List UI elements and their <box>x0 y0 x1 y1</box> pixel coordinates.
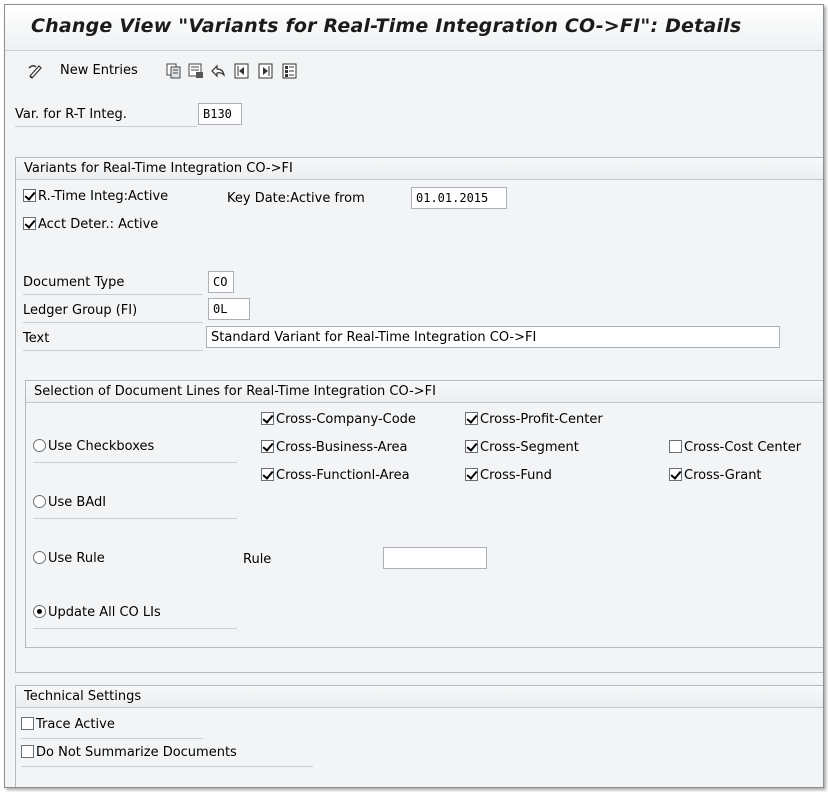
next-entry-icon[interactable] <box>257 62 275 80</box>
acct-deter-active-label: Acct Deter.: Active <box>38 217 159 232</box>
checkbox-icon[interactable] <box>669 440 682 453</box>
technical-settings-title: Technical Settings <box>16 686 823 708</box>
cross-fund-label: Cross-Fund <box>480 468 552 483</box>
display-change-icon[interactable] <box>27 62 45 80</box>
cross-profit-center-checkbox[interactable]: Cross-Profit-Center <box>465 412 603 427</box>
undo-icon[interactable] <box>209 62 227 80</box>
variant-field[interactable]: B130 <box>198 103 242 125</box>
application-toolbar: New Entries <box>5 52 823 90</box>
use-rule-radio[interactable]: Use Rule <box>33 551 105 566</box>
cross-segment-label: Cross-Segment <box>480 440 579 455</box>
do-not-summarize-checkbox[interactable]: Do Not Summarize Documents <box>21 745 313 767</box>
check-mark-icon[interactable] <box>261 412 274 425</box>
use-badi-radio[interactable]: Use BAdI <box>33 495 237 519</box>
text-label: Text <box>23 329 203 351</box>
trace-active-checkbox[interactable]: Trace Active <box>21 717 203 739</box>
text-field[interactable]: Standard Variant for Real-Time Integrati… <box>206 326 780 348</box>
update-all-co-lis-label: Update All CO LIs <box>48 605 161 620</box>
cross-profit-center-label: Cross-Profit-Center <box>480 412 603 427</box>
app-window: Change View "Variants for Real-Time Inte… <box>4 4 824 788</box>
use-checkboxes-label: Use Checkboxes <box>48 439 155 454</box>
checkbox-icon[interactable] <box>21 717 34 730</box>
acct-deter-active-checkbox[interactable]: Acct Deter.: Active <box>23 217 158 232</box>
cross-functional-area-checkbox[interactable]: Cross-Functionl-Area <box>261 468 410 483</box>
cross-segment-checkbox[interactable]: Cross-Segment <box>465 440 579 455</box>
update-all-co-lis-radio[interactable]: Update All CO LIs <box>33 605 237 629</box>
check-mark-icon[interactable] <box>465 412 478 425</box>
cross-cost-center-checkbox[interactable]: Cross-Cost Center <box>669 440 801 455</box>
key-date-label: Key Date:Active from <box>227 191 365 206</box>
doc-type-field[interactable]: CO <box>208 271 234 293</box>
checkbox-icon[interactable] <box>21 745 34 758</box>
previous-entry-icon[interactable] <box>233 62 251 80</box>
cross-company-code-label: Cross-Company-Code <box>276 412 416 427</box>
cross-functional-area-label: Cross-Functionl-Area <box>276 468 410 483</box>
page-title: Change View "Variants for Real-Time Inte… <box>31 15 742 37</box>
do-not-summarize-label: Do Not Summarize Documents <box>36 745 237 760</box>
copy-icon[interactable] <box>165 62 183 80</box>
cross-fund-checkbox[interactable]: Cross-Fund <box>465 468 552 483</box>
variant-label: Var. for R-T Integ. <box>15 105 197 127</box>
cross-business-area-checkbox[interactable]: Cross-Business-Area <box>261 440 408 455</box>
use-rule-label: Use Rule <box>48 551 105 566</box>
check-mark-icon[interactable] <box>23 189 36 202</box>
new-entries-button[interactable]: New Entries <box>60 63 138 78</box>
radio-icon[interactable] <box>33 551 46 564</box>
use-checkboxes-radio[interactable]: Use Checkboxes <box>33 439 237 463</box>
key-date-field[interactable]: 01.01.2015 <box>411 187 507 209</box>
rt-integ-active-label: R.-Time Integ:Active <box>38 189 169 204</box>
cross-grant-checkbox[interactable]: Cross-Grant <box>669 468 762 483</box>
radio-icon[interactable] <box>33 495 46 508</box>
radio-selected-icon[interactable] <box>33 605 46 618</box>
rt-integ-active-checkbox[interactable]: R.-Time Integ:Active <box>23 189 168 204</box>
cross-business-area-label: Cross-Business-Area <box>276 440 408 455</box>
rule-label: Rule <box>243 552 272 567</box>
variants-group-title: Variants for Real-Time Integration CO->F… <box>16 158 823 180</box>
rule-field[interactable] <box>383 547 487 569</box>
check-mark-icon[interactable] <box>465 468 478 481</box>
check-mark-icon[interactable] <box>261 468 274 481</box>
cross-grant-label: Cross-Grant <box>684 468 762 483</box>
use-badi-label: Use BAdI <box>48 495 107 510</box>
title-bar: Change View "Variants for Real-Time Inte… <box>5 5 823 51</box>
check-mark-icon[interactable] <box>23 217 36 230</box>
trace-active-label: Trace Active <box>36 717 115 732</box>
select-all-icon[interactable] <box>281 62 299 80</box>
check-mark-icon[interactable] <box>669 468 682 481</box>
check-mark-icon[interactable] <box>465 440 478 453</box>
delete-icon[interactable] <box>187 62 205 80</box>
check-mark-icon[interactable] <box>261 440 274 453</box>
doc-type-label: Document Type <box>23 273 203 295</box>
ledger-group-label: Ledger Group (FI) <box>23 301 203 323</box>
cross-cost-center-label: Cross-Cost Center <box>684 440 802 455</box>
cross-company-code-checkbox[interactable]: Cross-Company-Code <box>261 412 416 427</box>
selection-group-title: Selection of Document Lines for Real-Tim… <box>26 381 823 403</box>
ledger-group-field[interactable]: 0L <box>208 298 250 320</box>
radio-icon[interactable] <box>33 439 46 452</box>
